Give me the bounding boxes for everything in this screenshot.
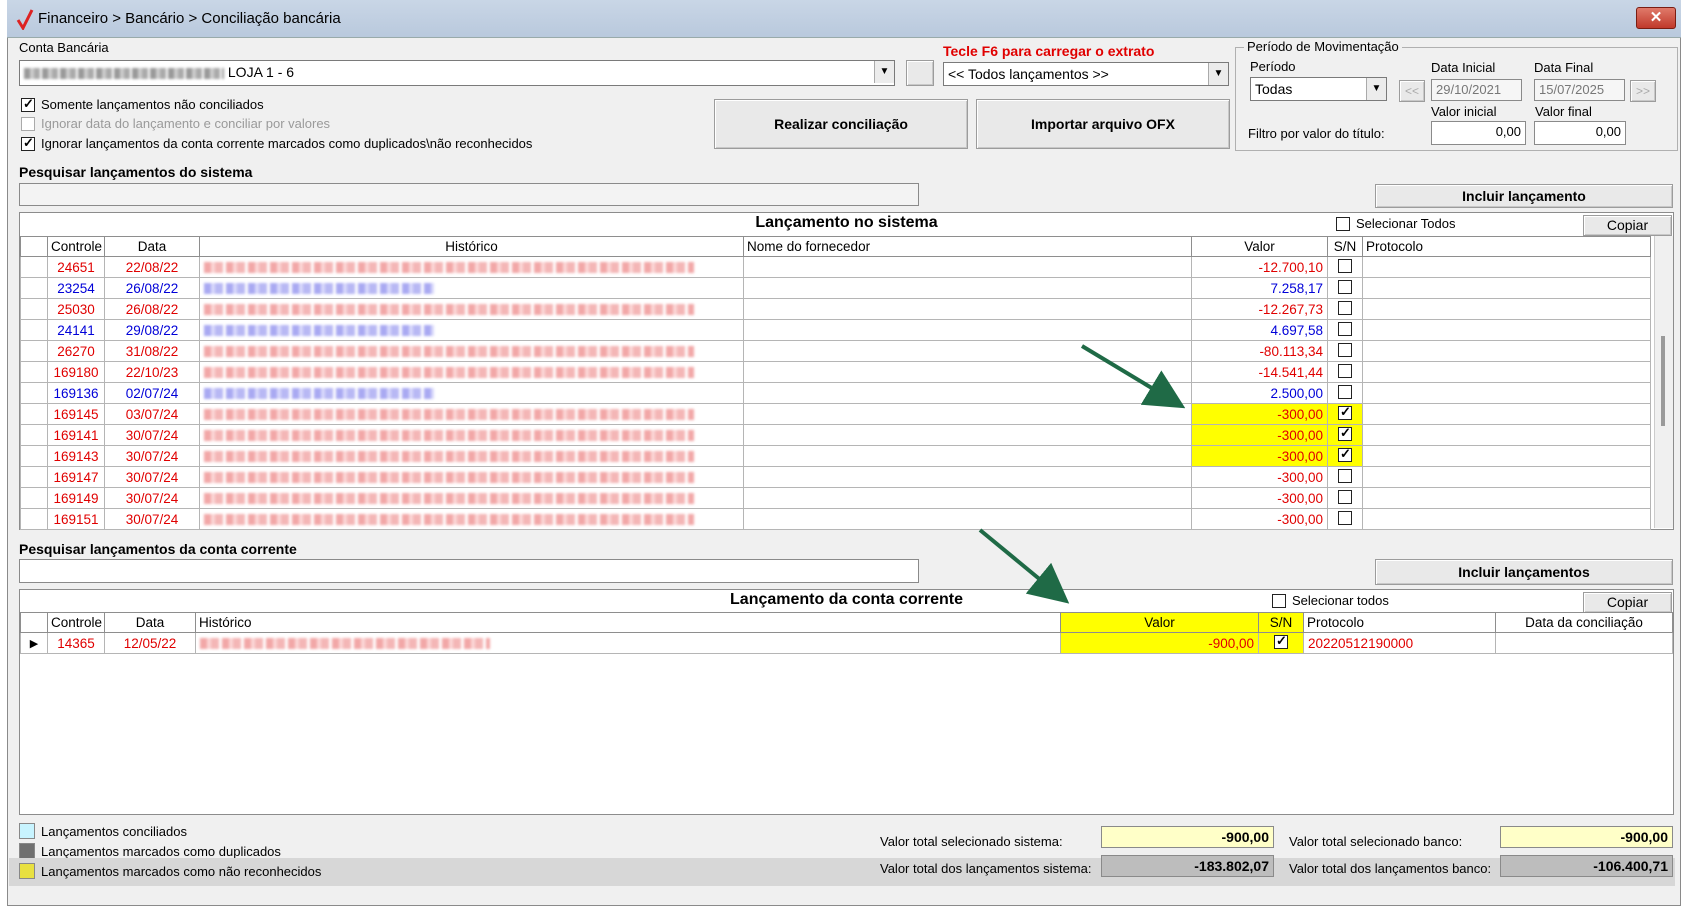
legend-conciliados: Lançamentos conciliados — [19, 823, 187, 839]
legend-conciliados-label: Lançamentos conciliados — [41, 823, 187, 839]
sel-banco-value: -900,00 — [1500, 826, 1673, 848]
legend-nao-reconhecidos-swatch — [19, 863, 35, 879]
legend-duplicados-swatch — [19, 843, 35, 859]
arrow-sistema — [1080, 344, 1186, 409]
legend-nao-reconhecidos-label: Lançamentos marcados como não reconhecid… — [41, 863, 322, 879]
legend-conciliados-swatch — [19, 823, 35, 839]
sel-banco-label: Valor total selecionado banco: — [1289, 834, 1463, 849]
arrow-conta — [978, 528, 1070, 604]
legend-nao-reconhecidos: Lançamentos marcados como não reconhecid… — [19, 863, 321, 879]
tot-banco-value: -106.400,71 — [1500, 855, 1673, 877]
legend-duplicados-label: Lançamentos marcados como duplicados — [41, 843, 281, 859]
tot-sistema-label: Valor total dos lançamentos sistema: — [880, 861, 1092, 876]
annotation-arrows — [978, 344, 1186, 604]
sel-sistema-value: -900,00 — [1101, 826, 1274, 848]
sel-sistema-label: Valor total selecionado sistema: — [880, 834, 1063, 849]
tot-sistema-value: -183.802,07 — [1101, 855, 1274, 877]
legend-duplicados: Lançamentos marcados como duplicados — [19, 843, 281, 859]
tot-banco-label: Valor total dos lançamentos banco: — [1289, 861, 1492, 876]
